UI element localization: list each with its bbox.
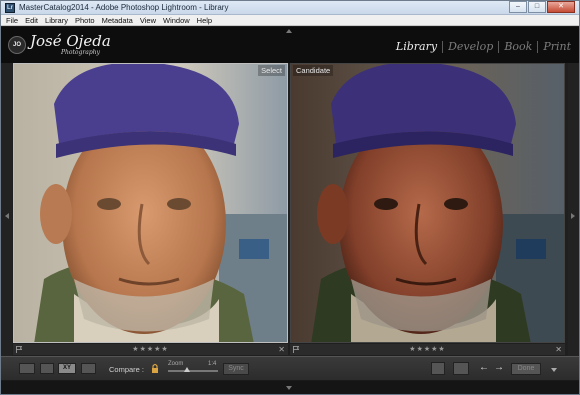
title-bar: Lr MasterCatalog2014 - Adobe Photoshop L… [1,1,579,15]
close-candidate-icon[interactable]: ✕ [555,344,562,355]
module-divider [498,40,500,53]
candidate-rating-stars[interactable]: ★★★★★ [290,345,565,353]
survey-view-icon[interactable] [81,363,96,374]
menu-photo[interactable]: Photo [75,15,95,25]
right-panel-toggle-icon[interactable] [571,213,575,219]
filmstrip-toggle-icon[interactable] [286,386,292,390]
zoom-slider-thumb[interactable] [184,367,190,372]
lock-icon[interactable] [151,363,159,374]
minimize-button[interactable]: – [509,1,527,13]
lightroom-window: Lr MasterCatalog2014 - Adobe Photoshop L… [0,0,580,395]
window-controls: – □ ✕ [508,1,575,15]
menu-file[interactable]: File [6,15,18,25]
identity-header: JO José Ojeda Photography Library Develo… [1,27,579,63]
close-select-icon[interactable]: ✕ [278,344,285,355]
module-develop[interactable]: Develop [448,40,493,53]
menu-window[interactable]: Window [163,15,190,25]
candidate-footer: ★★★★★ ✕ [290,344,565,355]
module-picker: Library Develop Book Print [396,40,571,53]
select-label: Select [258,65,285,76]
module-library[interactable]: Library [396,40,437,53]
menu-view[interactable]: View [140,15,156,25]
left-panel-toggle-icon[interactable] [5,213,9,219]
identity-plate-name: José Ojeda [30,32,111,50]
next-photo-icon[interactable]: → [494,363,504,373]
module-print[interactable]: Print [543,40,571,53]
app-icon: Lr [5,3,15,13]
select-rating-stars[interactable]: ★★★★★ [13,345,288,353]
filmstrip-collapsed [1,381,579,394]
top-panel-toggle-icon[interactable] [286,29,292,33]
done-button[interactable]: Done [511,363,541,375]
module-book[interactable]: Book [504,40,532,53]
compare-view: Select Candidate ★★★★★ ✕ ★★★★★ ✕ [12,63,568,356]
maximize-button[interactable]: □ [528,1,546,13]
compare-label: Compare : [109,365,145,374]
candidate-photo [291,64,564,342]
menu-bar: File Edit Library Photo Metadata View Wi… [1,15,579,26]
loupe-view-icon[interactable] [40,363,54,374]
identity-plate-subtitle: Photography [61,49,100,56]
zoom-label: Zoom [168,361,184,367]
menu-help[interactable]: Help [197,15,212,25]
make-select-icon[interactable] [453,362,469,375]
menu-metadata[interactable]: Metadata [102,15,133,25]
close-button[interactable]: ✕ [547,1,575,13]
window-title: MasterCatalog2014 - Adobe Photoshop Ligh… [19,3,229,12]
grid-view-icon[interactable] [19,363,35,374]
toolbar: XY Compare : Zoom 1:4 Sync ← → Done [1,356,579,380]
select-photo-panel[interactable]: Select [13,63,288,343]
menu-edit[interactable]: Edit [25,15,38,25]
previous-photo-icon[interactable]: ← [479,363,489,373]
logo-badge: JO [8,36,26,54]
sync-button[interactable]: Sync [223,363,249,375]
menu-library[interactable]: Library [45,15,68,25]
toolbar-menu-icon[interactable] [551,368,557,372]
right-panel-strip [568,63,579,356]
candidate-photo-panel[interactable]: Candidate [290,63,565,343]
select-footer: ★★★★★ ✕ [13,344,288,355]
candidate-label: Candidate [293,65,334,76]
module-divider [537,40,539,53]
swap-icon[interactable] [431,362,445,375]
left-panel-strip [1,63,12,356]
module-divider [442,40,444,53]
compare-view-button[interactable]: XY [58,363,76,374]
zoom-value: 1:4 [208,361,217,367]
select-photo [14,64,287,342]
zoom-slider[interactable] [168,370,218,372]
